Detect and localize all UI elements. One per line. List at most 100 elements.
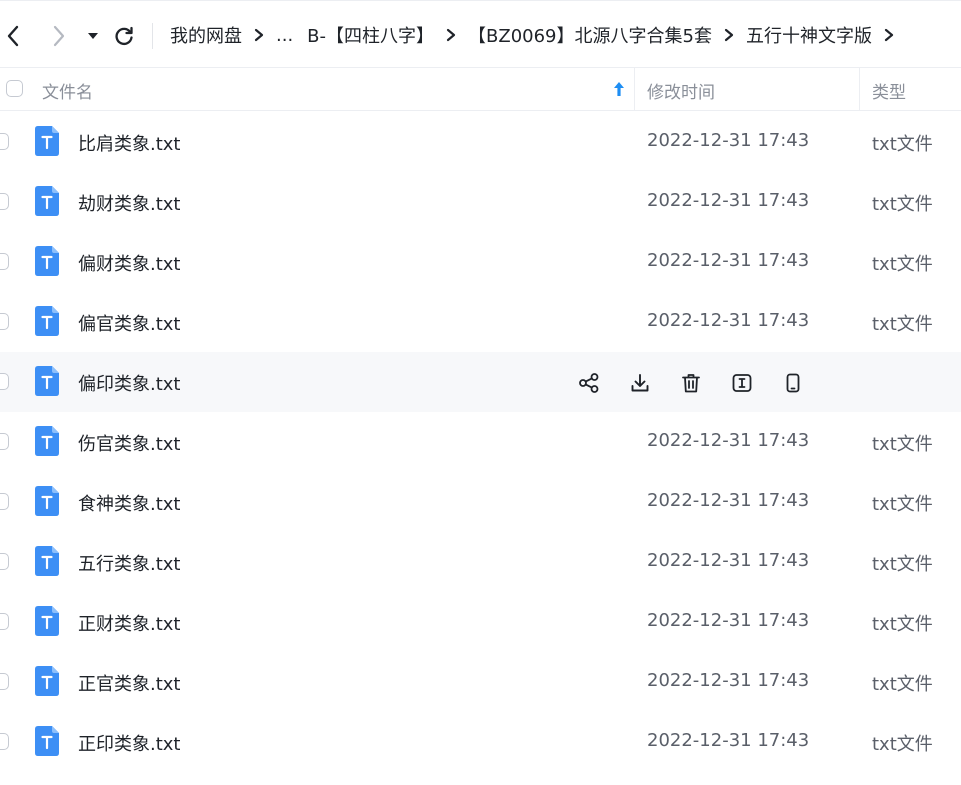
sort-ascending-arrow-icon[interactable] (612, 81, 626, 102)
file-name[interactable]: 劫财类象.txt (78, 190, 181, 216)
file-type: txt文件 (872, 614, 933, 635)
table-row[interactable]: 正官类象.txt 2022-12-31 17:43 txt文件 (0, 652, 961, 712)
select-all-checkbox[interactable] (6, 80, 23, 97)
column-resizer[interactable] (634, 68, 635, 111)
text-file-icon (35, 426, 59, 456)
refresh-icon (115, 26, 133, 46)
share-icon (579, 373, 599, 393)
table-header: 文件名 修改时间 类型 (0, 68, 961, 111)
breadcrumb-item[interactable]: 我的网盘 (170, 22, 242, 48)
file-name[interactable]: 食神类象.txt (78, 490, 181, 516)
file-name[interactable]: 伤官类象.txt (78, 430, 181, 456)
table-row[interactable]: 食神类象.txt 2022-12-31 17:43 txt文件 (0, 472, 961, 532)
file-name[interactable]: 正印类象.txt (78, 730, 181, 756)
file-modified-time: 2022-12-31 17:43 (647, 250, 810, 271)
delete-button[interactable] (678, 370, 704, 396)
download-button[interactable] (627, 370, 653, 396)
table-row[interactable]: 正印类象.txt 2022-12-31 17:43 txt文件 (0, 712, 961, 772)
chevron-right-icon (446, 28, 456, 42)
breadcrumb: 我的网盘 ... B-【四柱八字】 【BZ0069】北源八字合集5套 五行十神文… (170, 1, 906, 69)
table-row-hovered[interactable]: 偏印类象.txt (0, 352, 961, 412)
file-name[interactable]: 偏财类象.txt (78, 250, 181, 276)
chevron-left-icon (7, 25, 19, 47)
file-name[interactable]: 正财类象.txt (78, 610, 181, 636)
text-file-icon (35, 246, 59, 276)
row-checkbox[interactable] (0, 553, 9, 570)
breadcrumb-ellipsis[interactable]: ... (276, 25, 293, 46)
file-modified-time: 2022-12-31 17:43 (647, 730, 810, 751)
column-resizer[interactable] (859, 68, 860, 111)
file-type: txt文件 (872, 254, 933, 275)
text-file-icon (35, 126, 59, 156)
file-type: txt文件 (872, 674, 933, 695)
history-dropdown-button[interactable] (80, 23, 106, 49)
text-file-icon (35, 666, 59, 696)
row-checkbox[interactable] (0, 433, 9, 450)
row-checkbox[interactable] (0, 673, 9, 690)
chevron-right-icon (53, 25, 65, 47)
rename-icon (732, 374, 752, 392)
file-modified-time: 2022-12-31 17:43 (647, 490, 810, 511)
column-header-type[interactable]: 类型 (872, 78, 906, 103)
row-checkbox[interactable] (0, 193, 9, 210)
row-checkbox[interactable] (0, 313, 9, 330)
share-button[interactable] (576, 370, 602, 396)
chevron-right-icon (254, 28, 264, 42)
nav-divider (152, 23, 153, 49)
row-checkbox[interactable] (0, 133, 9, 150)
file-modified-time: 2022-12-31 17:43 (647, 610, 810, 631)
file-type: txt文件 (872, 734, 933, 755)
file-browser: 我的网盘 ... B-【四柱八字】 【BZ0069】北源八字合集5套 五行十神文… (0, 0, 961, 785)
file-modified-time: 2022-12-31 17:43 (647, 670, 810, 691)
table-row[interactable]: 五行类象.txt 2022-12-31 17:43 txt文件 (0, 532, 961, 592)
file-type: txt文件 (872, 314, 933, 335)
breadcrumb-item[interactable]: 【BZ0069】北源八字合集5套 (468, 22, 712, 48)
download-icon (631, 374, 649, 392)
column-header-name[interactable]: 文件名 (42, 78, 93, 103)
breadcrumb-current[interactable]: 五行十神文字版 (746, 22, 872, 48)
phone-icon (786, 373, 800, 393)
file-name[interactable]: 五行类象.txt (78, 550, 181, 576)
text-file-icon (35, 726, 59, 756)
table-row[interactable]: 偏财类象.txt 2022-12-31 17:43 txt文件 (0, 232, 961, 292)
row-checkbox[interactable] (0, 613, 9, 630)
refresh-button[interactable] (111, 23, 137, 49)
file-name[interactable]: 比肩类象.txt (78, 130, 181, 156)
text-file-icon (35, 606, 59, 636)
breadcrumb-item[interactable]: B-【四柱八字】 (307, 22, 434, 48)
text-file-icon (35, 186, 59, 216)
trash-icon (682, 374, 700, 393)
file-type: txt文件 (872, 134, 933, 155)
file-name[interactable]: 偏印类象.txt (78, 370, 181, 396)
chevron-right-icon (884, 28, 894, 42)
table-row[interactable]: 偏官类象.txt 2022-12-31 17:43 txt文件 (0, 292, 961, 352)
row-checkbox[interactable] (0, 373, 9, 390)
row-checkbox[interactable] (0, 493, 9, 510)
file-modified-time: 2022-12-31 17:43 (647, 190, 810, 211)
top-navigation-bar: 我的网盘 ... B-【四柱八字】 【BZ0069】北源八字合集5套 五行十神文… (0, 0, 961, 68)
text-file-icon (35, 486, 59, 516)
row-checkbox[interactable] (0, 253, 9, 270)
rename-button[interactable] (729, 370, 755, 396)
row-actions (576, 370, 806, 396)
file-name[interactable]: 正官类象.txt (78, 670, 181, 696)
file-modified-time: 2022-12-31 17:43 (647, 550, 810, 571)
text-file-icon (35, 546, 59, 576)
file-modified-time: 2022-12-31 17:43 (647, 430, 810, 451)
chevron-right-icon (724, 28, 734, 42)
table-row[interactable]: 比肩类象.txt 2022-12-31 17:43 txt文件 (0, 112, 961, 172)
forward-button[interactable] (46, 23, 72, 49)
row-checkbox[interactable] (0, 733, 9, 750)
file-type: txt文件 (872, 194, 933, 215)
table-row[interactable]: 劫财类象.txt 2022-12-31 17:43 txt文件 (0, 172, 961, 232)
text-file-icon (35, 306, 59, 336)
column-header-time[interactable]: 修改时间 (647, 78, 715, 103)
back-button[interactable] (0, 23, 26, 49)
table-row[interactable]: 正财类象.txt 2022-12-31 17:43 txt文件 (0, 592, 961, 652)
open-on-phone-button[interactable] (780, 370, 806, 396)
file-name[interactable]: 偏官类象.txt (78, 310, 181, 336)
text-file-icon (35, 366, 59, 396)
file-list: 比肩类象.txt 2022-12-31 17:43 txt文件 劫财类象.txt… (0, 112, 961, 772)
table-row[interactable]: 伤官类象.txt 2022-12-31 17:43 txt文件 (0, 412, 961, 472)
file-modified-time: 2022-12-31 17:43 (647, 130, 810, 151)
